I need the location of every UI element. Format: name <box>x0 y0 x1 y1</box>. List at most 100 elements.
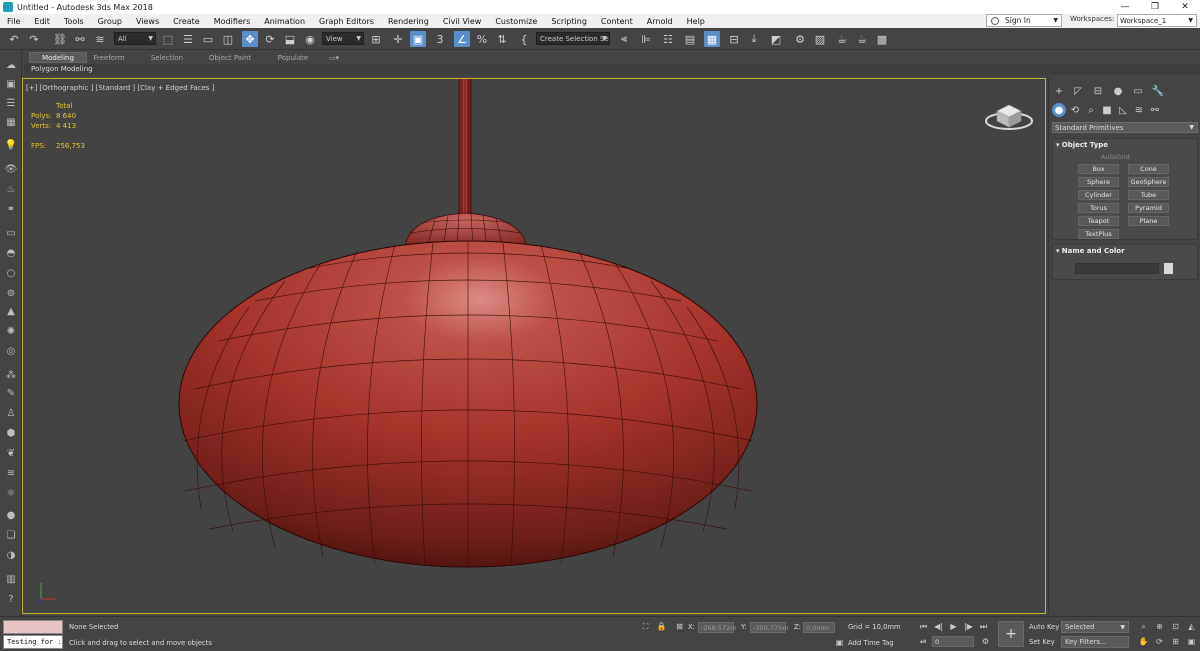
time-tag-icon[interactable]: ▣ <box>834 637 845 648</box>
window-crossing-icon[interactable]: ◫ <box>220 31 236 47</box>
cylinder-button[interactable]: Cylinder <box>1078 190 1119 200</box>
autogrid-checkbox[interactable]: AutoGrid <box>1101 153 1130 161</box>
close-button[interactable]: ✕ <box>1170 0 1200 14</box>
ribbon-options-icon[interactable]: ▭▾ <box>324 52 344 63</box>
help-icon[interactable]: ? <box>4 593 18 605</box>
display-tab-icon[interactable]: ▭ <box>1131 84 1145 98</box>
y-coordinate-field[interactable]: -350,775m <box>750 622 789 633</box>
eye-icon[interactable]: 👁 <box>4 163 18 175</box>
shapes-icon[interactable]: ⟲ <box>1068 103 1082 117</box>
align-icon[interactable]: ⊫ <box>638 31 654 47</box>
menu-animation[interactable]: Animation <box>257 17 312 26</box>
systems-icon[interactable]: ⚯ <box>1148 103 1162 117</box>
select-and-rotate-icon[interactable]: ⟳ <box>262 31 278 47</box>
torus-button[interactable]: Torus <box>1078 203 1119 213</box>
cameras-icon[interactable]: ■ <box>1100 103 1114 117</box>
bind-space-warp-icon[interactable]: ≋ <box>92 31 108 47</box>
torus-icon[interactable]: ⊚ <box>4 287 18 299</box>
ribbon-tab-modeling[interactable]: Modeling <box>29 52 87 63</box>
menu-create[interactable]: Create <box>166 17 207 26</box>
z-coordinate-field[interactable]: 0,0mm <box>803 622 835 633</box>
create-tab-icon[interactable]: + <box>1052 84 1066 98</box>
menu-arnold[interactable]: Arnold <box>640 17 680 26</box>
link-icon[interactable]: ⛓ <box>52 31 68 47</box>
helpers-icon[interactable]: ◺ <box>1116 103 1130 117</box>
sphere-button[interactable]: Sphere <box>1078 177 1119 187</box>
named-selection-sets-dropdown[interactable]: Create Selection Se ▼ <box>536 32 610 45</box>
redo-icon[interactable]: ↷ <box>26 31 42 47</box>
pyramid-button[interactable]: Pyramid <box>1128 203 1169 213</box>
absolute-mode-icon[interactable]: ⊠ <box>674 621 685 632</box>
cloth-icon[interactable]: ⚛ <box>4 487 18 499</box>
maxscript-mini-listener[interactable] <box>3 620 63 634</box>
orbit-icon[interactable]: ⟳ <box>1154 636 1165 647</box>
render-production-icon[interactable]: ☕ <box>834 31 850 47</box>
current-frame-field[interactable]: 0 <box>932 636 974 647</box>
render-iterative-icon[interactable]: ☕ <box>854 31 870 47</box>
curve-editor-icon[interactable]: ⊟ <box>726 31 742 47</box>
shader-ball-icon[interactable]: ◑ <box>4 549 18 561</box>
lamp-shade-model[interactable] <box>23 79 1046 614</box>
viewcube-icon[interactable] <box>983 97 1035 133</box>
layer-explorer-icon[interactable]: ▤ <box>682 31 698 47</box>
ribbon-tab-freeform[interactable]: Freeform <box>84 52 134 63</box>
hair-icon[interactable]: ≋ <box>4 467 18 479</box>
mirror-icon[interactable]: ⫷ <box>616 31 632 47</box>
menu-content[interactable]: Content <box>594 17 640 26</box>
maxscript-input[interactable]: Testing for : <box>3 635 63 649</box>
viewport-label[interactable]: [+] [Orthographic ] [Standard ] [Clay + … <box>26 84 214 92</box>
ribbon-panel-label[interactable]: Polygon Modeling <box>31 65 93 73</box>
menu-customize[interactable]: Customize <box>488 17 544 26</box>
menu-help[interactable]: Help <box>680 17 712 26</box>
tube-button[interactable]: Tube <box>1128 190 1169 200</box>
cloud-icon[interactable]: ☁ <box>4 59 18 71</box>
utilities-tab-icon[interactable]: 🔧 <box>1151 84 1165 98</box>
dome-icon[interactable]: ◓ <box>4 247 18 259</box>
play-icon[interactable]: ▶ <box>948 621 959 632</box>
bars-icon[interactable]: ▥ <box>4 573 18 585</box>
angle-snap-icon[interactable]: ∠ <box>454 31 470 47</box>
leaf-icon[interactable]: ❦ <box>4 447 18 459</box>
isolate-selection-icon[interactable]: ⛶ <box>640 621 651 632</box>
particles-icon[interactable]: ⁂ <box>4 369 18 381</box>
teapot-icon[interactable]: ♨ <box>4 183 18 195</box>
x-coordinate-field[interactable]: -268,572m <box>698 622 737 633</box>
menu-modifiers[interactable]: Modifiers <box>207 17 258 26</box>
selection-lock-icon[interactable]: 🔒 <box>656 621 667 632</box>
menu-tools[interactable]: Tools <box>57 17 91 26</box>
brush-icon[interactable]: ✎ <box>4 387 18 399</box>
sphere-icon[interactable]: ○ <box>4 267 18 279</box>
menu-views[interactable]: Views <box>129 17 166 26</box>
zoom-extents-icon[interactable]: ⊡ <box>1170 621 1181 632</box>
rendered-frame-window-icon[interactable]: ▨ <box>812 31 828 47</box>
key-filters-button[interactable]: Key Filters... <box>1061 636 1129 648</box>
spinner-snap-icon[interactable]: ⇅ <box>494 31 510 47</box>
menu-graph-editors[interactable]: Graph Editors <box>312 17 381 26</box>
auto-key-button[interactable]: Auto Key <box>1029 623 1059 631</box>
walker-icon[interactable]: ♙ <box>4 407 18 419</box>
light-icon[interactable]: 💡 <box>4 139 18 151</box>
ribbon-tab-selection[interactable]: Selection <box>142 52 192 63</box>
manipulate-icon[interactable]: ✛ <box>390 31 406 47</box>
material-editor-icon[interactable]: ◩ <box>768 31 784 47</box>
maximize-viewport-icon[interactable]: ⊞ <box>1170 636 1181 647</box>
pivot-center-icon[interactable]: ⊞ <box>368 31 384 47</box>
box-button[interactable]: Box <box>1078 164 1119 174</box>
geosphere-button[interactable]: GeoSphere <box>1128 177 1169 187</box>
menu-edit[interactable]: Edit <box>27 17 57 26</box>
zoom-all-icon[interactable]: ⊕ <box>1154 621 1165 632</box>
grid-icon[interactable]: ▦ <box>4 116 18 128</box>
object-name-input[interactable] <box>1075 263 1159 274</box>
rectangular-selection-icon[interactable]: ▭ <box>200 31 216 47</box>
undo-icon[interactable]: ↶ <box>6 31 22 47</box>
set-key-big-icon[interactable]: + <box>998 621 1024 647</box>
edit-named-selection-icon[interactable]: { <box>516 31 532 47</box>
object-type-title[interactable]: Object Type <box>1056 141 1108 149</box>
zoom-icon[interactable]: ⌕ <box>1138 621 1149 632</box>
ribbon-tab-object-paint[interactable]: Object Paint <box>202 52 258 63</box>
workspace-dropdown[interactable]: Workspace_1 ▼ <box>1117 14 1197 27</box>
sphere-group-icon[interactable]: ⚭ <box>4 203 18 215</box>
viewport-layout-icon[interactable]: ▣ <box>4 78 18 90</box>
render-setup-icon[interactable]: ⚙ <box>792 31 808 47</box>
toggle-ribbon-icon[interactable]: ▦ <box>704 31 720 47</box>
